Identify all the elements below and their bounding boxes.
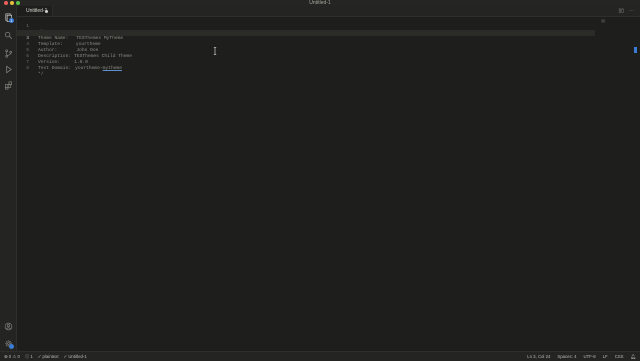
run-debug-icon[interactable]: [3, 64, 13, 74]
tab-bar: Untitled-1 ▯▯ ⋯: [17, 6, 640, 17]
source-control-icon[interactable]: [3, 48, 13, 58]
more-actions-icon[interactable]: ⋯: [629, 8, 634, 14]
scrollbar-cursor-marker: [634, 47, 637, 53]
minimap-icon[interactable]: ▤: [601, 18, 605, 23]
account-icon[interactable]: [3, 321, 13, 331]
explorer-icon[interactable]: 1: [3, 12, 14, 23]
editor-actions: ▯▯ ⋯: [618, 6, 634, 16]
spellcheck-underlined-word: mytheme: [102, 66, 122, 71]
unsaved-dot-icon[interactable]: [45, 10, 48, 13]
ibeam-cursor-icon: [213, 47, 217, 55]
vertical-scrollbar[interactable]: [634, 17, 637, 351]
maximize-window-button[interactable]: [16, 1, 20, 5]
code-line[interactable]: 8 */: [17, 60, 595, 77]
line-number: 8: [26, 66, 29, 71]
extensions-icon[interactable]: [3, 80, 13, 90]
explorer-badge: 1: [9, 18, 14, 23]
settings-badge: [9, 344, 14, 349]
activity-bar: 1: [0, 6, 17, 351]
search-icon[interactable]: [3, 30, 13, 40]
line-text: Text Domain: yourtheme-mytheme: [38, 66, 122, 71]
minimize-window-button[interactable]: [10, 1, 14, 5]
line-text: */: [38, 72, 44, 77]
tab-untitled-1[interactable]: Untitled-1: [17, 6, 53, 16]
close-window-button[interactable]: [4, 1, 8, 5]
split-editor-icon[interactable]: ▯▯: [618, 8, 624, 14]
settings-icon[interactable]: [3, 338, 14, 349]
code-editor[interactable]: 1 /* 2 Theme Name:TESThemes MyTheme 3 Te…: [17, 17, 637, 351]
